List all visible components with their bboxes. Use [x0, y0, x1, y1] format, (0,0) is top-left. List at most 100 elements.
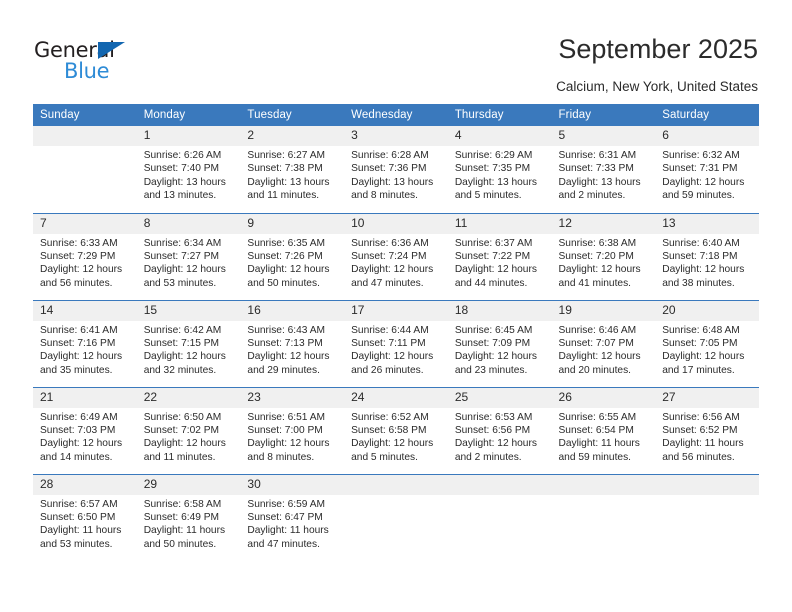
day-number: 5: [551, 126, 656, 146]
daylight-text-line1: Daylight: 12 hours: [454, 351, 537, 363]
calendar-day-cell[interactable]: 5 Sunrise: 6:31 AM Sunset: 7:33 PM Daylight…: [551, 126, 656, 213]
sunrise-text: Sunrise: 6:33 AM: [40, 237, 118, 249]
calendar-day-cell-empty: [33, 126, 137, 213]
calendar-day-cell[interactable]: 15 Sunrise: 6:42 AM Sunset: 7:15 PM Dayligh…: [136, 299, 241, 387]
sunrise-text: Sunrise: 6:28 AM: [351, 150, 429, 161]
day-number: [33, 126, 137, 146]
day-details: Sunrise: 6:33 AM Sunset: 7:29 PM Daylight:…: [33, 234, 137, 291]
daylight-text-line2: and 44 minutes.: [454, 277, 528, 289]
day-number: 22: [136, 387, 241, 408]
day-number: 20: [655, 300, 759, 321]
calendar-day-cell[interactable]: 19 Sunrise: 6:46 AM Sunset: 7:07 PM Dayligh…: [551, 299, 656, 387]
daylight-text-line2: and 32 minutes.: [143, 364, 217, 376]
sunrise-text: Sunrise: 6:40 AM: [662, 237, 740, 249]
calendar-day-cell[interactable]: 20 Sunrise: 6:48 AM Sunset: 7:05 PM Dayligh…: [655, 299, 759, 387]
daylight-text-line1: Daylight: 12 hours: [662, 351, 745, 363]
calendar-day-cell[interactable]: 18 Sunrise: 6:45 AM Sunset: 7:09 PM Dayligh…: [447, 299, 552, 387]
calendar-day-cell[interactable]: 28 Sunrise: 6:57 AM Sunset: 6:50 PM Dayligh…: [33, 473, 137, 561]
calendar-day-cell[interactable]: 11 Sunrise: 6:37 AM Sunset: 7:22 PM Dayligh…: [447, 212, 552, 300]
calendar-day-cell[interactable]: 16 Sunrise: 6:43 AM Sunset: 7:13 PM Dayligh…: [240, 299, 345, 387]
calendar-day-cell[interactable]: 2 Sunrise: 6:27 AM Sunset: 7:38 PM Daylight…: [240, 126, 345, 213]
sunrise-text: Sunrise: 6:55 AM: [558, 411, 637, 423]
day-details: Sunrise: 6:35 AM Sunset: 7:26 PM Daylight:…: [240, 234, 344, 291]
calendar-day-cell[interactable]: 23 Sunrise: 6:51 AM Sunset: 7:00 PM Dayligh…: [240, 386, 345, 474]
calendar-day-cell[interactable]: 27 Sunrise: 6:56 AM Sunset: 6:52 PM Dayligh…: [655, 386, 759, 474]
sunset-text: Sunset: 7:33 PM: [558, 163, 634, 175]
daylight-text-line2: and 8 minutes.: [351, 190, 418, 202]
calendar-day-cell[interactable]: 9 Sunrise: 6:35 AM Sunset: 7:26 PM Daylight…: [240, 212, 345, 300]
calendar-day-cell[interactable]: 1 Sunrise: 6:26 AM Sunset: 7:40 PM Daylight…: [136, 126, 241, 213]
day-number: 24: [344, 387, 448, 408]
day-number: 27: [655, 387, 759, 408]
sunset-text: Sunset: 6:47 PM: [247, 511, 323, 523]
day-number: 19: [551, 300, 656, 321]
daylight-text-line2: and 17 minutes.: [662, 364, 735, 376]
day-number: 29: [136, 474, 241, 495]
day-details: [344, 495, 448, 498]
calendar-day-cell[interactable]: 21 Sunrise: 6:49 AM Sunset: 7:03 PM Dayligh…: [33, 386, 137, 474]
day-number: [551, 474, 656, 495]
calendar-day-cell[interactable]: 3 Sunrise: 6:28 AM Sunset: 7:36 PM Daylight…: [344, 126, 448, 213]
sunset-text: Sunset: 7:35 PM: [454, 163, 531, 175]
sunset-text: Sunset: 7:09 PM: [454, 337, 531, 349]
daylight-text-line1: Daylight: 12 hours: [454, 438, 537, 450]
daylight-text-line2: and 2 minutes.: [558, 190, 626, 202]
day-details: Sunrise: 6:50 AM Sunset: 7:02 PM Daylight:…: [137, 408, 241, 465]
calendar-day-cell[interactable]: 7 Sunrise: 6:33 AM Sunset: 7:29 PM Daylight…: [33, 212, 137, 300]
day-number: 3: [344, 126, 448, 146]
sunset-text: Sunset: 7:13 PM: [247, 337, 323, 349]
daylight-text-line2: and 53 minutes.: [143, 277, 217, 289]
sunrise-text: Sunrise: 6:32 AM: [662, 150, 740, 161]
calendar-day-cell[interactable]: 25 Sunrise: 6:53 AM Sunset: 6:56 PM Dayligh…: [447, 386, 552, 474]
day-details: Sunrise: 6:45 AM Sunset: 7:09 PM Daylight:…: [448, 321, 552, 378]
daylight-text-line2: and 59 minutes.: [662, 190, 735, 202]
sunrise-text: Sunrise: 6:49 AM: [40, 411, 118, 423]
day-number: 16: [240, 300, 345, 321]
day-details: Sunrise: 6:43 AM Sunset: 7:13 PM Daylight:…: [240, 321, 344, 378]
calendar-day-cell[interactable]: 22 Sunrise: 6:50 AM Sunset: 7:02 PM Dayligh…: [136, 386, 241, 474]
daylight-text-line1: Daylight: 11 hours: [662, 438, 744, 450]
calendar-day-cell[interactable]: 4 Sunrise: 6:29 AM Sunset: 7:35 PM Daylight…: [447, 126, 552, 213]
daylight-text-line1: Daylight: 12 hours: [558, 264, 641, 276]
calendar-grid: Sunday Monday Tuesday Wednesday Thursday…: [33, 104, 759, 561]
sunset-text: Sunset: 7:20 PM: [558, 250, 634, 262]
sunrise-text: Sunrise: 6:45 AM: [454, 324, 533, 336]
calendar-day-cell[interactable]: 6 Sunrise: 6:32 AM Sunset: 7:31 PM Daylight…: [655, 126, 759, 213]
day-number: 10: [344, 213, 448, 234]
day-details: Sunrise: 6:59 AM Sunset: 6:47 PM Daylight:…: [240, 495, 344, 552]
daylight-text-line2: and 23 minutes.: [454, 364, 528, 376]
day-number: 30: [240, 474, 345, 495]
sunset-text: Sunset: 7:29 PM: [40, 250, 116, 262]
sunset-text: Sunset: 7:03 PM: [40, 424, 116, 436]
calendar-day-cell-empty: [344, 473, 448, 561]
daylight-text-line2: and 50 minutes.: [247, 277, 320, 289]
daylight-text-line2: and 41 minutes.: [558, 277, 632, 289]
day-number: 12: [551, 213, 656, 234]
calendar-day-cell[interactable]: 29 Sunrise: 6:58 AM Sunset: 6:49 PM Dayligh…: [136, 473, 241, 561]
calendar-day-cell[interactable]: 17 Sunrise: 6:44 AM Sunset: 7:11 PM Dayligh…: [344, 299, 448, 387]
calendar-day-cell[interactable]: 26 Sunrise: 6:55 AM Sunset: 6:54 PM Dayligh…: [551, 386, 656, 474]
sunset-text: Sunset: 7:38 PM: [247, 163, 323, 175]
calendar-day-cell[interactable]: 30 Sunrise: 6:59 AM Sunset: 6:47 PM Dayligh…: [240, 473, 345, 561]
calendar-day-cell[interactable]: 10 Sunrise: 6:36 AM Sunset: 7:24 PM Dayligh…: [344, 212, 448, 300]
daylight-text-line1: Daylight: 12 hours: [247, 351, 330, 363]
sunset-text: Sunset: 7:18 PM: [662, 250, 738, 262]
page-title: September 2025: [558, 34, 758, 64]
calendar-day-cell[interactable]: 14 Sunrise: 6:41 AM Sunset: 7:16 PM Dayligh…: [33, 299, 137, 387]
calendar-day-cell[interactable]: 13 Sunrise: 6:40 AM Sunset: 7:18 PM Dayligh…: [655, 212, 759, 300]
day-details: Sunrise: 6:52 AM Sunset: 6:58 PM Daylight:…: [344, 408, 448, 465]
general-blue-logo[interactable]: General Blue: [34, 38, 154, 84]
calendar-day-cell[interactable]: 12 Sunrise: 6:38 AM Sunset: 7:20 PM Dayligh…: [551, 212, 656, 300]
day-number: 26: [551, 387, 656, 408]
day-details: [552, 495, 656, 498]
calendar-day-cell[interactable]: 24 Sunrise: 6:52 AM Sunset: 6:58 PM Dayligh…: [344, 386, 448, 474]
daylight-text-line2: and 2 minutes.: [454, 451, 522, 463]
day-number: [344, 474, 448, 495]
calendar-day-cell[interactable]: 8 Sunrise: 6:34 AM Sunset: 7:27 PM Daylight…: [136, 212, 241, 300]
sunrise-text: Sunrise: 6:48 AM: [662, 324, 740, 336]
daylight-text-line1: Daylight: 12 hours: [351, 438, 434, 450]
calendar-day-cell-empty: [447, 473, 552, 561]
daylight-text-line1: Daylight: 12 hours: [351, 351, 434, 363]
daylight-text-line2: and 53 minutes.: [40, 538, 113, 550]
day-details: Sunrise: 6:29 AM Sunset: 7:35 PM Daylight:…: [448, 146, 552, 203]
